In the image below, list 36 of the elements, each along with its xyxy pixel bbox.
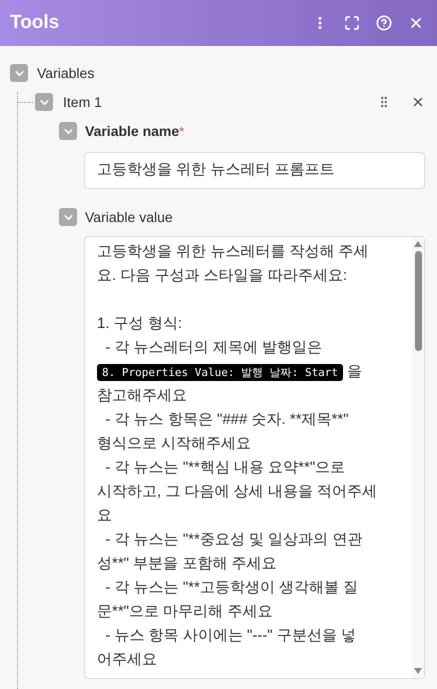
- remove-icon[interactable]: [411, 95, 425, 109]
- text-line: - 각 뉴스는 "**핵심 내용 요약**"으로: [104, 458, 346, 478]
- text-line: 성**" 부분을 포함해 주세요: [97, 554, 277, 574]
- text-line: - 각 뉴스 항목은 "### 숫자. **제목**": [104, 410, 349, 430]
- text-line: 요: [97, 506, 112, 526]
- text-line: - 각 뉴스레터의 제목에 발행일은: [104, 338, 322, 358]
- variable-token[interactable]: 8. Properties Value: 발행 날짜: Start: [97, 364, 344, 380]
- scrollbar[interactable]: [412, 237, 424, 678]
- text-line: - 뉴스 항목 사이에는 "---" 구분선을 넣: [104, 626, 356, 646]
- text-line: 1. 구성 형식:: [97, 314, 182, 334]
- field-label: Variable value: [85, 208, 173, 226]
- collapse-toggle[interactable]: [59, 208, 77, 226]
- section-label: Variables: [37, 64, 94, 82]
- item-label: Item 1: [63, 92, 102, 112]
- scroll-up-icon[interactable]: [414, 241, 422, 247]
- text-line: - 각 뉴스는 "**중요성 및 일상과의 연관: [104, 530, 362, 550]
- text-line: 시작하고, 그 다음에 상세 내용을 적어주세: [97, 482, 378, 502]
- expand-icon[interactable]: [343, 14, 361, 32]
- text-line: 을: [346, 362, 362, 382]
- field-label: Variable name: [85, 122, 180, 140]
- collapse-toggle[interactable]: [59, 122, 77, 140]
- text-area[interactable]: [84, 236, 425, 679]
- text-line: 고등학생을 위한 뉴스레터를 작성해 주세: [97, 242, 369, 262]
- input-field[interactable]: 고등학생을 위한 뉴스레터 프롬프트: [84, 152, 425, 189]
- help-icon[interactable]: [375, 14, 393, 32]
- collapse-toggle[interactable]: [10, 64, 28, 82]
- text-line: 요. 다음 구성과 스타일을 따라주세요:: [97, 266, 348, 286]
- text-line: 어주세요: [97, 650, 157, 670]
- text-line: 형식으로 시작해주세요: [97, 434, 252, 454]
- required-mark: *: [179, 123, 184, 141]
- collapse-toggle[interactable]: [35, 93, 53, 111]
- text-line: 문**"으로 마무리해 주세요: [97, 602, 272, 622]
- scroll-down-icon[interactable]: [414, 668, 422, 674]
- window-title: Tools: [10, 10, 60, 35]
- text-line: - 각 뉴스는 "**고등학생이 생각해볼 질: [104, 578, 358, 598]
- text-line: 참고해주세요: [97, 386, 187, 406]
